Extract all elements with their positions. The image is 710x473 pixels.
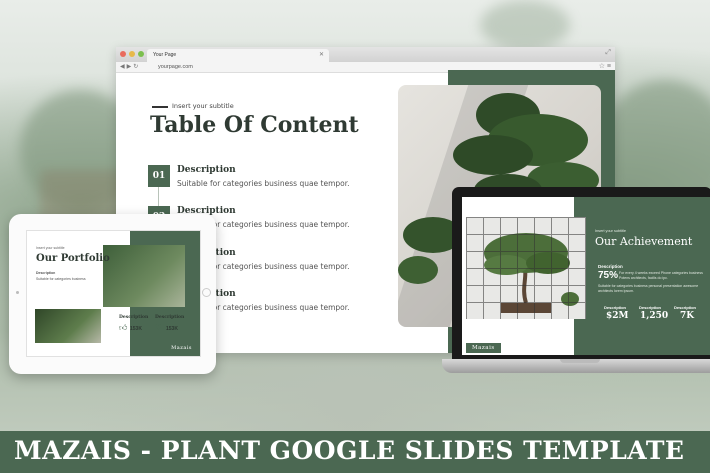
tablet-small-heading: Description: [36, 271, 56, 275]
laptop-percent: 75%: [598, 270, 619, 281]
tablet-slide-portfolio: Insert your subtitle Our Portfolio Descr…: [26, 230, 201, 357]
laptop-column-value: 1,250: [640, 311, 669, 321]
laptop-notch: [560, 359, 600, 363]
laptop-column-label: Description: [604, 305, 627, 310]
laptop-column-value: $2M: [606, 311, 629, 321]
maximize-dot-icon[interactable]: [138, 51, 144, 57]
toc-number-badge: 01: [148, 165, 170, 187]
tablet-stat-value: 153K: [130, 326, 142, 332]
tab-close-icon[interactable]: ✕: [319, 49, 324, 62]
tablet-plant-photo-small: [35, 309, 101, 343]
menu-icon[interactable]: ☆ ≡: [599, 62, 611, 70]
laptop-subtitle: Insert your subtitle: [595, 229, 627, 233]
tablet-stat-value: 153K: [166, 326, 178, 332]
laptop-column-value: 7K: [680, 311, 695, 321]
laptop-slide-achievement: Mazais Insert your subtitle Our Achievem…: [462, 197, 710, 355]
tablet-brand-badge: Mazais: [166, 343, 197, 353]
url-field[interactable]: yourpage.com: [158, 64, 193, 70]
banner-title: MAZAIS - PLANT GOOGLE SLIDES TEMPLATE: [14, 436, 685, 465]
laptop-column-label: Description: [639, 305, 662, 310]
background-blur-foliage: [480, 0, 570, 50]
laptop-percent-text: For every 4 weeks exceed Phone categorie…: [619, 271, 703, 280]
browser-tabbar: Your Page ✕ ⤢: [116, 47, 615, 62]
tablet-small-text: Suitable for categories business: [36, 277, 86, 281]
nav-buttons-icon[interactable]: ◀▶↻: [120, 63, 140, 70]
tablet-plant-photo: [103, 245, 185, 307]
toc-item-heading: Description: [177, 165, 236, 175]
close-dot-icon[interactable]: [120, 51, 126, 57]
fullscreen-icon[interactable]: ⤢: [605, 49, 611, 57]
tablet-title: Our Portfolio: [36, 253, 110, 264]
tablet-device: Insert your subtitle Our Portfolio Descr…: [9, 214, 216, 374]
tablet-stat-label: Description: [155, 315, 185, 320]
minimize-dot-icon[interactable]: [129, 51, 135, 57]
title-banner: MAZAIS - PLANT GOOGLE SLIDES TEMPLATE: [0, 431, 710, 473]
tablet-subtitle: Insert your subtitle: [36, 246, 65, 250]
heart-icon: ♡: [155, 323, 163, 332]
laptop-title: Our Achievement: [595, 235, 693, 248]
laptop-window-grid: [466, 217, 586, 319]
slide-title: Table Of Content: [150, 112, 359, 138]
slide-subtitle: Insert your subtitle: [172, 102, 234, 110]
tablet-stat-label: Description: [119, 315, 149, 320]
window-controls: [120, 51, 144, 57]
subtitle-rule: [152, 106, 168, 108]
thumbs-up-icon: 👍︎: [119, 323, 128, 332]
browser-tab[interactable]: Your Page ✕: [147, 49, 329, 62]
tablet-camera-icon: [16, 291, 19, 294]
laptop-brand-badge: Mazais: [466, 343, 501, 353]
browser-tab-title: Your Page: [153, 52, 177, 58]
laptop-note: Suitable for categories business persona…: [598, 284, 699, 293]
tablet-home-button[interactable]: [202, 288, 211, 297]
laptop-desc-label: Description: [598, 264, 623, 269]
toc-item-text: Suitable for categories business quae te…: [177, 179, 350, 188]
laptop-column-label: Description: [674, 305, 697, 310]
